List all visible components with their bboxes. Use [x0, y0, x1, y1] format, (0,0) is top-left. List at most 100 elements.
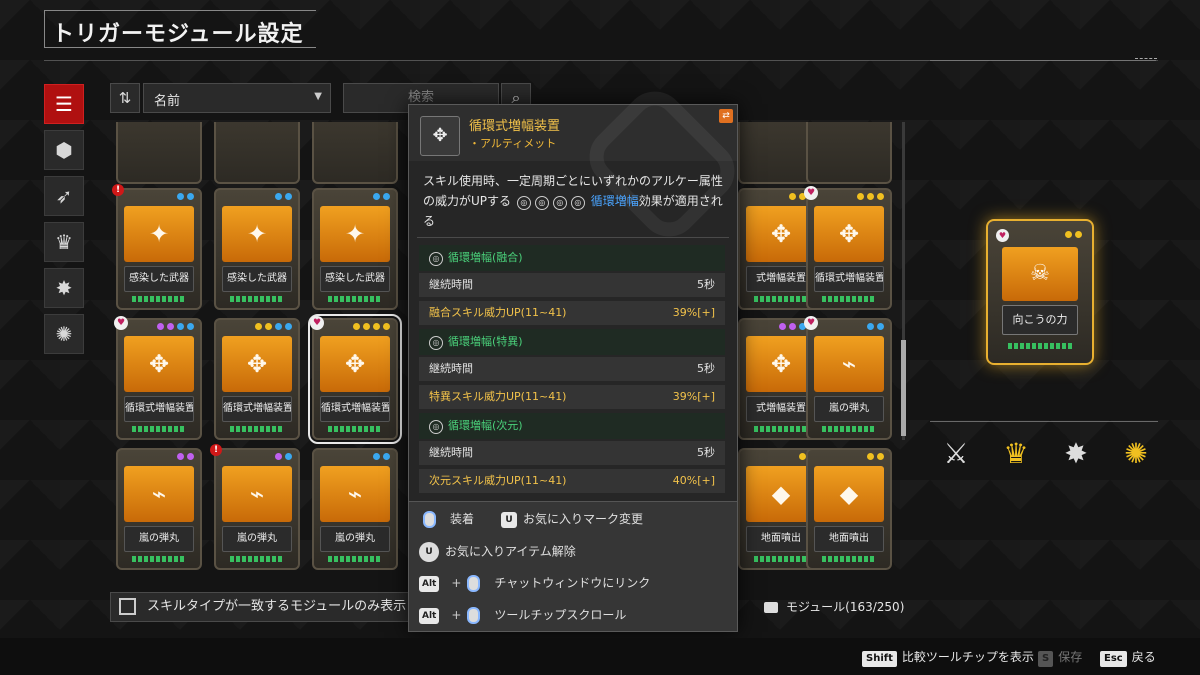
module-card[interactable]: ♥ ⌁ 嵐の弾丸: [804, 316, 892, 440]
module-name: 循環式増幅装置: [124, 396, 194, 422]
slot-dot: [255, 323, 262, 330]
favorite-heart-icon: ♥: [804, 316, 818, 330]
stat-label: 次元スキル威力UP(11~41): [429, 474, 567, 487]
mouse-left-click-icon: [467, 575, 481, 592]
module-name: 感染した武器: [222, 266, 292, 292]
chat-link-control[interactable]: Alt + チャットウィンドウにリンク: [419, 574, 650, 592]
unfavorite-control[interactable]: U お気に入りアイテム解除: [419, 542, 576, 562]
stat-label: 継続時間: [429, 362, 473, 375]
slot-dot: [789, 323, 796, 330]
capacity-bars: [132, 556, 186, 562]
stat-row: 特異スキル威力UP(11~41) 39%[+]: [419, 385, 725, 409]
s-key-icon: S: [1038, 651, 1054, 667]
favorite-heart-icon: ♥: [114, 316, 128, 330]
sort-order-button[interactable]: ⇅: [110, 83, 140, 113]
tooltip-scroll-control[interactable]: Alt + ツールチップスクロール: [419, 606, 626, 624]
slot-dots: [373, 193, 390, 200]
equip-control[interactable]: 装着: [423, 510, 474, 528]
module-art-icon: ✦: [320, 206, 390, 262]
stat-label: 継続時間: [429, 278, 473, 291]
tooltip-module-name: 循環式増幅装置: [469, 119, 561, 134]
module-name: 循環式増幅装置: [222, 396, 292, 422]
slot-dot: [877, 323, 884, 330]
slot-dots: [275, 453, 292, 460]
tooltip-header: ✥ 循環式増幅装置 ・アルティメット ⇄: [409, 79, 747, 249]
module-art-icon: ✦: [124, 206, 194, 262]
slot-dot: [383, 193, 390, 200]
slot-dot: [1075, 231, 1082, 238]
slot-dot: [353, 323, 360, 330]
burst-icon[interactable]: ✸: [44, 268, 84, 308]
slot-dot: [877, 453, 884, 460]
fusion-element-icon: ◎: [516, 196, 531, 210]
module-name: 嵐の弾丸: [320, 526, 390, 552]
u-key-icon: U: [501, 511, 517, 528]
sort-icon: ⇅: [118, 89, 132, 107]
capacity-bars: [328, 296, 382, 302]
module-card[interactable]: 戦略的打撃: [214, 122, 300, 184]
module-card[interactable]: 感染した武器: [806, 122, 892, 184]
sort-dropdown[interactable]: 名前 ▼: [143, 83, 331, 113]
module-count-text: モジュール(163/250): [786, 600, 905, 614]
element-icon[interactable]: ⬢: [44, 130, 84, 170]
module-art-icon: ⌁: [124, 466, 194, 522]
module-card[interactable]: ◆ 地面噴出: [806, 448, 892, 570]
slot-dot: [383, 453, 390, 460]
tooltip-description: スキル使用時、一定周期ごとにいずれかのアルケー属性の威力がUPする ◎ ◎ ◎ ◎ 循…: [423, 171, 727, 231]
description-keyword[interactable]: 循環増幅: [591, 194, 639, 208]
effect-title: 循環増幅(特異): [448, 335, 523, 348]
chat-link-label: チャットウィンドウにリンク: [494, 576, 651, 590]
back-label: 戻る: [1131, 650, 1156, 664]
module-card[interactable]: ✦ 感染した武器: [312, 188, 398, 310]
mouse-left-click-icon: [423, 511, 436, 528]
equipped-module-name: 向こうの力: [1002, 305, 1078, 335]
slot-dot: [867, 323, 874, 330]
capacity-bars: [230, 426, 284, 432]
save-hint[interactable]: S 保存: [1038, 648, 1082, 667]
crown-icon[interactable]: ♛: [44, 222, 84, 262]
stat-value: 39%[+]: [672, 306, 715, 319]
module-card[interactable]: ♥ ✥ 循環式増幅装置: [804, 186, 892, 310]
favorite-change-control[interactable]: U お気に入りマーク変更: [501, 510, 643, 528]
capacity-bars: [230, 556, 284, 562]
swap-icon[interactable]: ⇄: [719, 109, 733, 123]
capacity-bars: [132, 426, 186, 432]
layers-icon[interactable]: ☰: [44, 84, 84, 124]
module-art-icon: ✥: [124, 336, 194, 392]
slot-dot: [265, 323, 272, 330]
slot-dots: [867, 453, 884, 460]
new-alert-icon: !: [112, 184, 124, 196]
module-card[interactable]: 感染した武器: [312, 122, 398, 184]
module-card[interactable]: ✥ 循環式増幅装置: [214, 318, 300, 440]
module-card[interactable]: ♥ ✥ 循環式増幅装置: [308, 314, 402, 444]
module-art-icon: ✦: [222, 206, 292, 262]
module-card[interactable]: ♥ ✥ 循環式増幅装置: [114, 316, 202, 440]
stat-row: 次元スキル威力UP(11~41) 40%[+]: [419, 469, 725, 493]
equipped-module-card[interactable]: ♥ ☠ 向こうの力: [986, 219, 1094, 365]
slot-dots: [275, 193, 292, 200]
module-card[interactable]: ! ✦ 感染した武器: [112, 184, 202, 310]
sort-dropdown-value: 名前: [154, 94, 181, 109]
stat-row: 継続時間 5秒: [419, 357, 725, 381]
back-hint[interactable]: Esc 戻る: [1100, 648, 1156, 667]
module-card[interactable]: ⌁ 嵐の弾丸: [116, 448, 202, 570]
module-card[interactable]: ! ⌁ 嵐の弾丸: [210, 444, 300, 570]
slot-dot: [275, 453, 282, 460]
swirl-icon[interactable]: ✺: [44, 314, 84, 354]
slot-dot: [373, 453, 380, 460]
grid-scroll-thumb[interactable]: [901, 340, 906, 436]
compare-tooltip-hint[interactable]: Shift 比較ツールチップを表示: [862, 648, 1034, 667]
module-card[interactable]: ✦ 感染した武器: [214, 188, 300, 310]
slot-dot: [789, 193, 796, 200]
module-art-icon: ◆: [814, 466, 884, 522]
equipped-slot-dots: [1065, 231, 1082, 238]
spear-icon[interactable]: ➶: [44, 176, 84, 216]
filter-checkbox[interactable]: [119, 598, 136, 615]
module-card[interactable]: ⌁ 嵐の弾丸: [312, 448, 398, 570]
skill-type-filter-toggle[interactable]: スキルタイプが一致するモジュールのみ表示: [110, 592, 410, 622]
slot-dot: [187, 323, 194, 330]
slot-dot: [187, 193, 194, 200]
module-name: 循環式増幅装置: [814, 266, 884, 292]
stat-value: 39%[+]: [672, 390, 715, 403]
module-card[interactable]: 戦略的打撃: [116, 122, 202, 184]
